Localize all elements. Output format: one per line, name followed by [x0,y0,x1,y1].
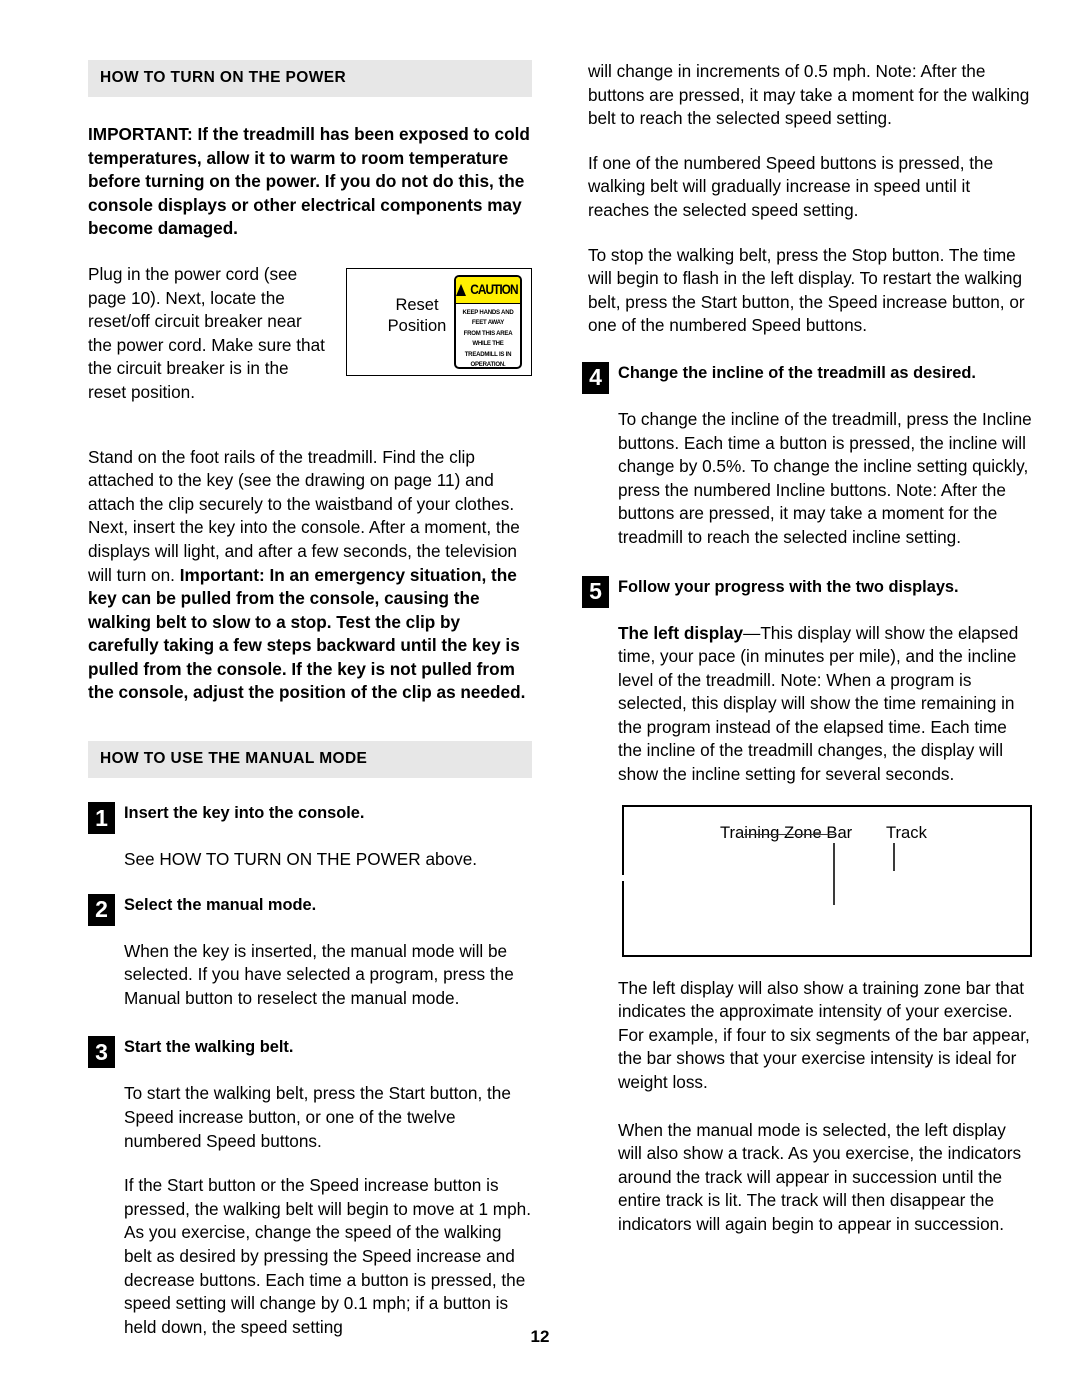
left-display-rest: —This display will show the elapsed time… [618,622,1019,785]
step-5-body: The left display—This display will show … [618,622,1032,1237]
foot-rails-paragraph: Stand on the foot rails of the treadmill… [88,446,532,706]
step-1: 1 Insert the key into the console. [88,802,532,835]
figure-label-training-zone-bar: Training Zone Bar [720,822,853,842]
caution-body-line-3: TREADMILL IS IN OPERATION. [464,350,512,369]
step-1-body: See HOW TO TURN ON THE POWER above. [124,848,532,872]
caution-label-word: CAUTION [469,282,518,298]
right-continuation-paragraph-1: will change in increments of 0.5 mph. No… [588,61,1030,129]
step-5-paragraph-1: The left display—This display will show … [618,622,1032,787]
step-5: 5 Follow your progress with the two disp… [582,575,1032,608]
reset-label-line-1: Reset [395,295,439,314]
leader-line-training-zone-bar-vertical [833,842,835,905]
leader-line-training-zone-bar-horizontal [744,833,836,836]
step-4-body: To change the incline of the treadmill, … [618,408,1032,550]
step-5-number: 5 [582,575,609,608]
step-2-title: Select the manual mode. [124,895,317,914]
figure-reset-position-label: Reset Position [367,295,467,337]
leader-line-track-vertical [893,842,895,871]
step-3-number: 3 [88,1036,115,1069]
step-4: 4 Change the incline of the treadmill as… [582,361,1032,394]
step-2: 2 Select the manual mode. [88,893,532,926]
step-1-paragraph-1: See HOW TO TURN ON THE POWER above. [124,849,478,870]
caution-label: CAUTION KEEP HANDS AND FEET AWAY FROM TH… [454,274,522,369]
section-header-how-to-turn-on-the-power: HOW TO TURN ON THE POWER [88,60,532,97]
figure-label-track: Track [886,822,927,842]
step-5-title: Follow your progress with the two displa… [618,577,959,596]
right-continuation-paragraph-2: If one of the numbered Speed buttons is … [588,152,994,220]
document-page: HOW TO TURN ON THE POWER IMPORTANT: If t… [0,0,1080,1397]
right-column: will change in increments of 0.5 mph. No… [582,60,1032,1254]
page-number: 12 [530,1327,550,1346]
step-4-paragraph-1: To change the incline of the treadmill, … [618,408,1032,547]
caution-label-body: KEEP HANDS AND FEET AWAY FROM THIS AREA … [458,304,519,369]
caution-body-line-2: FROM THIS AREA WHILE THE [463,329,513,348]
caution-label-header: CAUTION [456,276,520,304]
after-figure-paragraph-1: The left display will also show a traini… [618,977,1030,1093]
right-continuation-paragraph-3: To stop the walking belt, press the Stop… [588,244,1025,336]
left-display-bold-lead: The left display [618,622,744,643]
figure-left-edge-notch [622,874,624,881]
step-2-paragraph-1: When the key is inserted, the manual mod… [124,940,514,1008]
step-4-number: 4 [582,361,609,394]
step-2-body: When the key is inserted, the manual mod… [124,940,532,1011]
step-3-title: Start the walking belt. [124,1038,294,1057]
left-column: HOW TO TURN ON THE POWER IMPORTANT: If t… [88,60,532,1356]
figure-reset-position: Reset Position CAUTION KEEP HANDS AND FE… [346,267,532,376]
step-3-paragraph-1: To start the walking belt, press the Sta… [124,1083,511,1151]
section-header-how-to-use-the-manual-mode: HOW TO USE THE MANUAL MODE [88,741,532,779]
caution-body-line-1: KEEP HANDS AND FEET AWAY [462,308,514,327]
step-3-paragraph-2: If the Start button or the Speed increas… [124,1175,531,1337]
step-4-title: Change the incline of the treadmill as d… [618,363,976,382]
warning-triangle-icon [456,283,466,296]
figure-left-display: Training Zone Bar Track [622,804,1032,957]
important-notice-paragraph: IMPORTANT: If the treadmill has been exp… [88,124,530,239]
foot-rails-bold-text: Important: In an emergency situation, th… [88,564,526,703]
step-2-number: 2 [88,893,115,926]
step-3-body: To start the walking belt, press the Sta… [124,1082,532,1339]
reset-label-line-2: Position [387,316,447,335]
step-3: 3 Start the walking belt. [88,1036,532,1069]
step-1-title: Insert the key into the console. [124,804,365,823]
figure-clear-spacer [88,422,532,446]
after-figure-paragraph-2: When the manual mode is selected, the le… [618,1119,1022,1234]
step-1-number: 1 [88,802,115,835]
